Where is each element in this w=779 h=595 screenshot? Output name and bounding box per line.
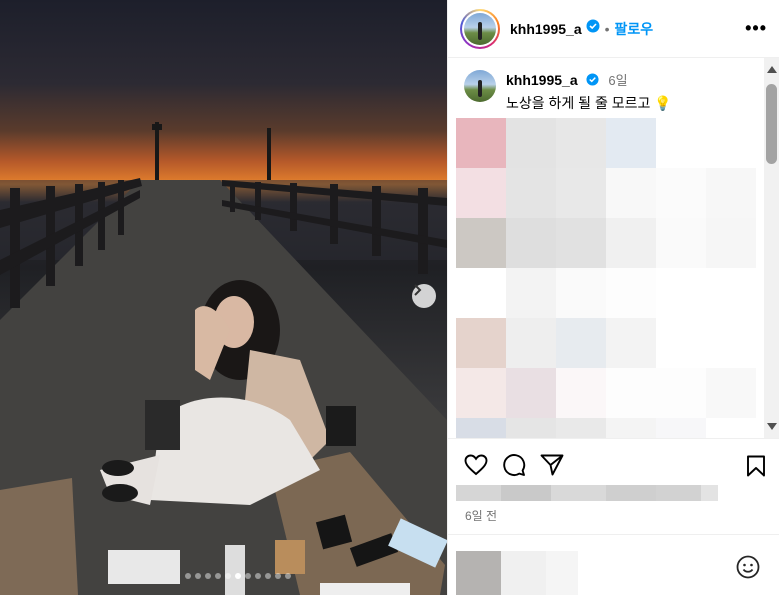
- carousel-dots: [185, 573, 291, 579]
- blur-pixel: [556, 268, 606, 318]
- blurred-comments: [456, 118, 756, 438]
- post-date: 6일 전: [465, 509, 498, 523]
- carousel-dot: [245, 573, 251, 579]
- scroll-down-arrow-icon[interactable]: [767, 423, 777, 430]
- blur-pixel: [456, 418, 506, 438]
- blur-pixel: [506, 168, 556, 218]
- blur-pixel: [706, 268, 756, 318]
- blur-pixel: [506, 418, 556, 438]
- verified-badge-icon: [585, 73, 599, 89]
- blur-pixel: [706, 318, 756, 368]
- blur-pixel: [556, 318, 606, 368]
- comments-area[interactable]: khh1995_a 6일 노상을 하게 될 줄 모르고 💡: [448, 58, 779, 438]
- post-side-panel: khh1995_a • 팔로우 ••• khh1995_a 6일 노상을 하게 …: [447, 0, 779, 595]
- carousel-dot: [205, 573, 211, 579]
- blur-pixel: [556, 118, 606, 168]
- blur-pixel: [606, 268, 656, 318]
- scroll-thumb[interactable]: [766, 84, 777, 164]
- comment-input-blurred: [456, 551, 578, 595]
- post-photo[interactable]: [0, 0, 447, 595]
- blur-pixel: [706, 168, 756, 218]
- blur-pixel: [456, 268, 506, 318]
- blur-pixel: [606, 218, 656, 268]
- chevron-right-icon: [414, 284, 422, 296]
- blur-pixel: [556, 218, 606, 268]
- comments-scrollbar[interactable]: [764, 58, 779, 438]
- carousel-dot: [195, 573, 201, 579]
- paper-plane-icon[interactable]: [540, 454, 564, 476]
- blur-pixel: [556, 368, 606, 418]
- follow-button[interactable]: 팔로우: [615, 19, 654, 39]
- likes-count-blurred: [456, 485, 718, 501]
- blur-pixel: [506, 118, 556, 168]
- caption-time: 6일: [608, 73, 628, 88]
- story-ring[interactable]: [460, 8, 500, 49]
- blur-pixel: [606, 368, 656, 418]
- blur-pixel: [656, 218, 706, 268]
- caption: khh1995_a 6일 노상을 하게 될 줄 모르고 💡: [448, 58, 779, 113]
- blur-pixel: [506, 368, 556, 418]
- blur-pixel: [456, 318, 506, 368]
- carousel-dot: [235, 573, 241, 579]
- blur-pixel: [706, 218, 756, 268]
- bookmark-icon[interactable]: [746, 455, 766, 482]
- blur-pixel: [506, 218, 556, 268]
- blur-pixel: [456, 118, 506, 168]
- comment-icon[interactable]: [502, 453, 526, 477]
- verified-badge-icon: [586, 19, 600, 38]
- post-header: khh1995_a • 팔로우 •••: [448, 0, 779, 58]
- instagram-post-modal: khh1995_a • 팔로우 ••• khh1995_a 6일 노상을 하게 …: [0, 0, 779, 595]
- carousel-dot: [275, 573, 281, 579]
- blur-pixel: [656, 318, 706, 368]
- blur-pixel: [506, 318, 556, 368]
- blur-pixel: [556, 168, 606, 218]
- blur-pixel: [656, 418, 706, 438]
- header-username[interactable]: khh1995_a: [510, 21, 582, 37]
- blur-pixel: [606, 418, 656, 438]
- smiley-icon[interactable]: [736, 555, 760, 584]
- header-separator: •: [604, 20, 610, 37]
- blur-pixel: [456, 218, 506, 268]
- carousel-dot: [285, 573, 291, 579]
- heart-icon[interactable]: [464, 454, 488, 476]
- blur-pixel: [706, 418, 756, 438]
- blur-pixel: [456, 368, 506, 418]
- comment-input-area[interactable]: [448, 534, 779, 595]
- caption-username[interactable]: khh1995_a: [506, 72, 578, 88]
- blur-pixel: [656, 168, 706, 218]
- carousel-dot: [255, 573, 261, 579]
- blur-pixel: [656, 268, 706, 318]
- caption-avatar[interactable]: [464, 70, 496, 102]
- blur-pixel: [606, 118, 656, 168]
- carousel-dot: [215, 573, 221, 579]
- blur-pixel: [556, 418, 606, 438]
- action-bar: [448, 438, 779, 490]
- blur-pixel: [606, 168, 656, 218]
- blur-pixel: [506, 268, 556, 318]
- caption-text: 노상을 하게 될 줄 모르고 💡: [506, 95, 672, 112]
- more-options-icon[interactable]: •••: [745, 18, 767, 39]
- next-image-button[interactable]: [412, 284, 436, 308]
- blur-pixel: [456, 168, 506, 218]
- blur-pixel: [706, 118, 756, 168]
- scroll-up-arrow-icon[interactable]: [767, 66, 777, 73]
- carousel-dot: [265, 573, 271, 579]
- blur-pixel: [656, 118, 706, 168]
- blur-pixel: [606, 318, 656, 368]
- blur-pixel: [706, 368, 756, 418]
- carousel-dot: [225, 573, 231, 579]
- photo-scene: [0, 122, 447, 595]
- blur-pixel: [656, 368, 706, 418]
- avatar: [464, 12, 496, 45]
- carousel-dot: [185, 573, 191, 579]
